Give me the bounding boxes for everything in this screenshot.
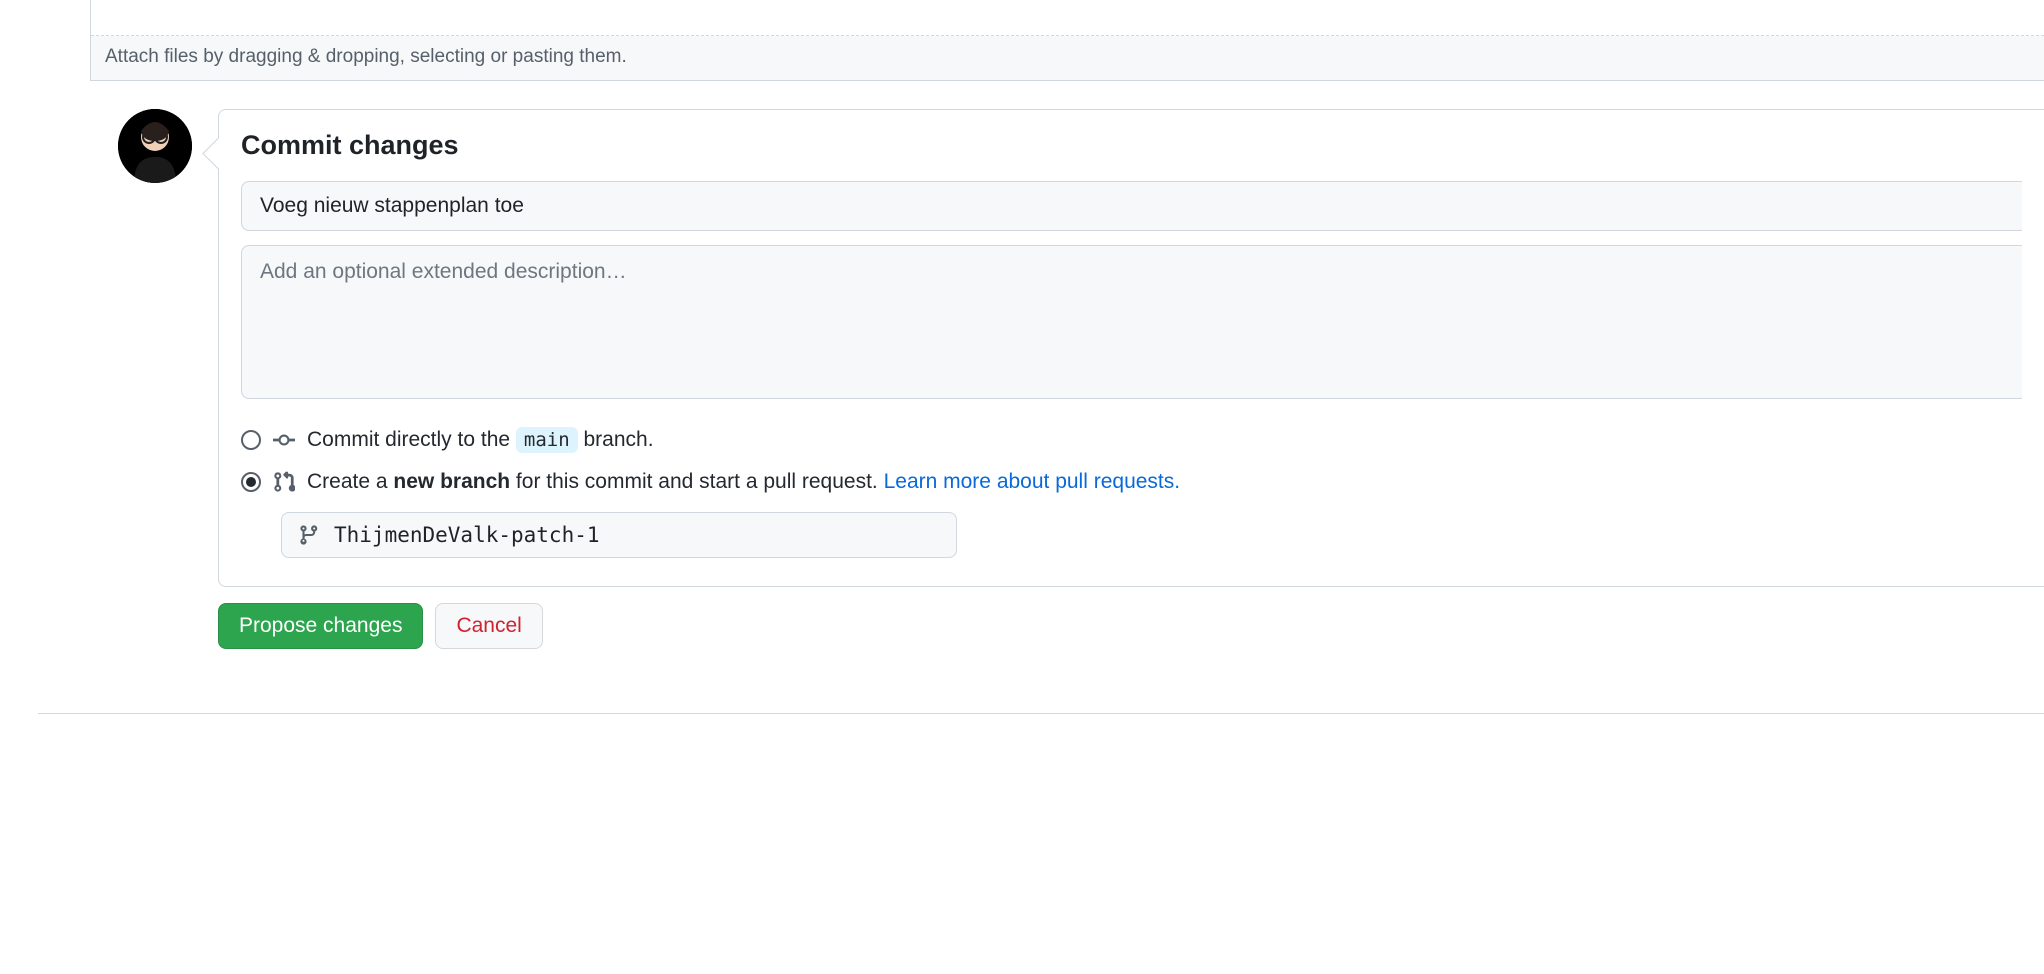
learn-more-pull-requests-link[interactable]: Learn more about pull requests. xyxy=(884,470,1181,493)
commit-direct-label: Commit directly to the main branch. xyxy=(307,428,654,452)
commit-actions: Propose changes Cancel xyxy=(218,603,2044,649)
commit-new-branch-option[interactable]: Create a new branch for this commit and … xyxy=(241,470,2022,494)
radio-unchecked[interactable] xyxy=(241,430,261,450)
attach-files-hint[interactable]: Attach files by dragging & dropping, sel… xyxy=(91,36,2044,81)
main-branch-code: main xyxy=(516,427,578,453)
commit-changes-heading: Commit changes xyxy=(241,130,2022,161)
file-editor-bottom: Attach files by dragging & dropping, sel… xyxy=(90,0,2044,81)
commit-direct-option[interactable]: Commit directly to the main branch. xyxy=(241,428,2022,452)
cancel-button[interactable]: Cancel xyxy=(435,603,542,649)
commit-summary-input[interactable] xyxy=(241,181,2022,231)
git-commit-icon xyxy=(273,429,295,451)
commit-changes-panel: Commit changes Commit directly to the ma… xyxy=(218,109,2044,587)
attach-files-hint-text: Attach files by dragging & dropping, sel… xyxy=(105,46,627,67)
git-branch-icon xyxy=(298,524,320,546)
editor-area-tail xyxy=(91,0,2044,36)
footer-divider xyxy=(38,713,2044,714)
avatar[interactable] xyxy=(118,109,192,183)
git-pull-request-icon xyxy=(273,471,295,493)
radio-checked[interactable] xyxy=(241,472,261,492)
branch-name-input[interactable] xyxy=(334,523,940,547)
commit-new-branch-label: Create a new branch for this commit and … xyxy=(307,470,1180,494)
branch-name-input-wrap[interactable] xyxy=(281,512,957,558)
avatar-image xyxy=(118,109,192,183)
commit-description-input[interactable] xyxy=(241,245,2022,399)
propose-changes-button[interactable]: Propose changes xyxy=(218,603,423,649)
